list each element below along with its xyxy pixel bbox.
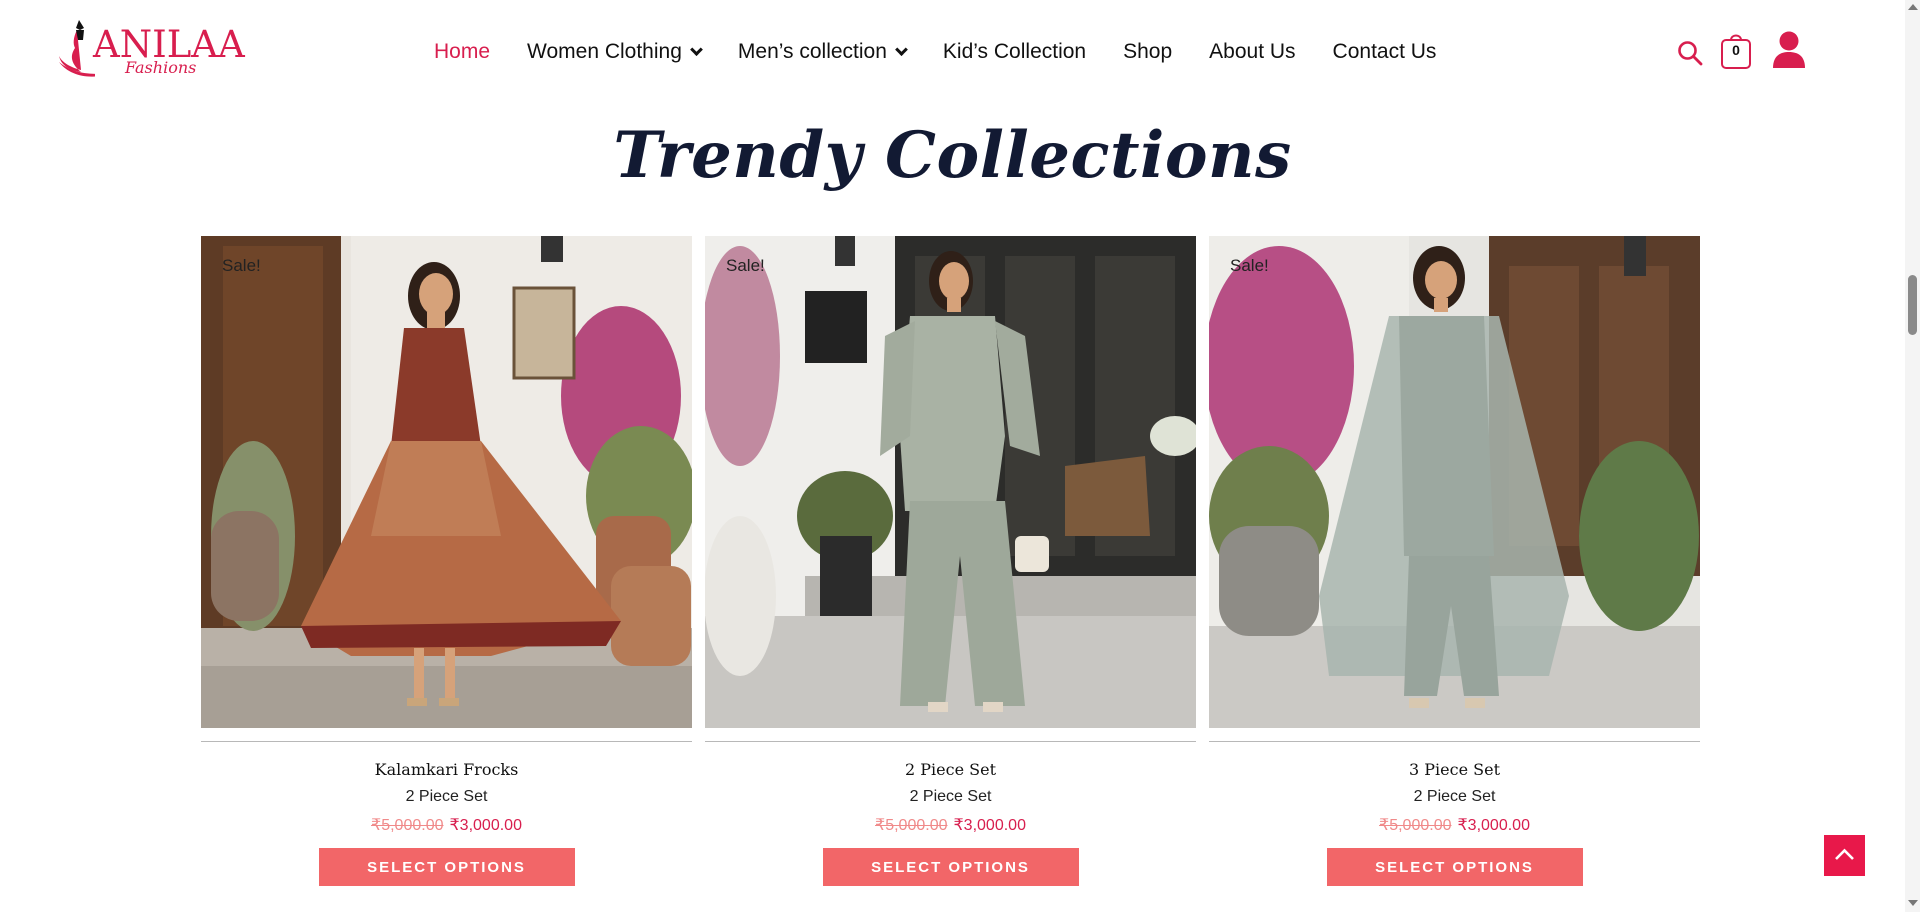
nav-women-clothing-label: Women Clothing	[527, 40, 682, 63]
back-to-top-button[interactable]	[1824, 835, 1865, 876]
product-price: ₹5,000.00 ₹3,000.00	[705, 815, 1196, 835]
cart-button[interactable]: 0	[1720, 30, 1752, 70]
original-price: ₹5,000.00	[1379, 817, 1452, 834]
nav-home-label: Home	[434, 40, 491, 63]
scroll-up-arrow-icon[interactable]	[1908, 4, 1918, 10]
product-card[interactable]: Sale! 2 Piece Set 2 Piece Set ₹5,000.00 ₹…	[705, 236, 1196, 886]
product-price: ₹5,000.00 ₹3,000.00	[1209, 815, 1700, 835]
nav-kids-collection-label: Kid’s Collection	[942, 40, 1087, 63]
product-card[interactable]: Sale! 3 Piece Set 2 Piece Set ₹5,000.00 ₹…	[1209, 236, 1700, 886]
nav-shop-label: Shop	[1123, 40, 1173, 63]
nav-women-clothing[interactable]: Women Clothing	[527, 40, 703, 64]
product-photo	[705, 236, 1196, 728]
product-image[interactable]: Sale!	[1209, 236, 1700, 728]
product-image[interactable]: Sale!	[705, 236, 1196, 728]
dress-logo-icon	[59, 20, 95, 77]
cart-count: 0	[1732, 42, 1740, 58]
product-category: 2 Piece Set	[909, 788, 992, 805]
product-title[interactable]: 2 Piece Set	[705, 760, 1196, 779]
sale-badge: Sale!	[1230, 256, 1269, 275]
nav-shop[interactable]: Shop	[1123, 40, 1172, 64]
product-divider	[705, 741, 1196, 742]
nav-contact-us[interactable]: Contact Us	[1333, 40, 1437, 64]
product-photo	[201, 236, 692, 728]
page: ANILAA Fashions Home Women Clothing Men’…	[0, 0, 1920, 912]
user-icon[interactable]	[1772, 30, 1806, 70]
product-category: 2 Piece Set	[405, 788, 488, 805]
select-options-button[interactable]: SELECT OPTIONS	[318, 848, 575, 886]
brand-logo[interactable]: ANILAA Fashions	[55, 18, 245, 82]
product-photo	[1209, 236, 1700, 728]
product-grid: Sale! Kalamkari Frocks 2 Piece Set ₹5,00…	[201, 236, 1701, 912]
search-icon[interactable]	[1677, 40, 1703, 66]
nav-about-us[interactable]: About Us	[1209, 40, 1295, 64]
original-price: ₹5,000.00	[875, 817, 948, 834]
sale-price: ₹3,000.00	[449, 817, 522, 834]
main-nav: Home Women Clothing Men’s collection Kid…	[434, 40, 1473, 64]
site-header: ANILAA Fashions Home Women Clothing Men’…	[0, 0, 1905, 84]
sale-price: ₹3,000.00	[953, 817, 1026, 834]
chevron-down-icon	[690, 42, 703, 56]
page-scrollbar[interactable]	[1905, 0, 1920, 912]
select-options-button[interactable]: SELECT OPTIONS	[1326, 848, 1583, 886]
sale-price: ₹3,000.00	[1457, 817, 1530, 834]
nav-mens-collection[interactable]: Men’s collection	[737, 40, 908, 64]
sale-badge: Sale!	[222, 256, 261, 275]
select-options-button[interactable]: SELECT OPTIONS	[822, 848, 1079, 886]
product-divider	[1209, 741, 1700, 742]
chevron-up-icon	[1835, 848, 1854, 860]
brand-tagline: Fashions	[125, 58, 197, 77]
sale-badge: Sale!	[726, 256, 765, 275]
product-price: ₹5,000.00 ₹3,000.00	[201, 815, 692, 835]
scroll-down-arrow-icon[interactable]	[1908, 900, 1918, 906]
nav-kids-collection[interactable]: Kid’s Collection	[943, 40, 1086, 64]
section-title: Trendy Collections	[613, 118, 1292, 193]
product-title[interactable]: Kalamkari Frocks	[201, 760, 692, 779]
nav-home[interactable]: Home	[434, 40, 490, 64]
product-divider	[201, 741, 692, 742]
nav-mens-collection-label: Men’s collection	[737, 40, 887, 63]
nav-contact-us-label: Contact Us	[1332, 40, 1437, 63]
nav-about-us-label: About Us	[1209, 40, 1296, 63]
product-category: 2 Piece Set	[1413, 788, 1496, 805]
product-image[interactable]: Sale!	[201, 236, 692, 728]
product-card[interactable]: Sale! Kalamkari Frocks 2 Piece Set ₹5,00…	[201, 236, 692, 886]
chevron-down-icon	[895, 42, 908, 56]
product-title[interactable]: 3 Piece Set	[1209, 760, 1700, 779]
scroll-thumb[interactable]	[1908, 275, 1917, 335]
original-price: ₹5,000.00	[371, 817, 444, 834]
